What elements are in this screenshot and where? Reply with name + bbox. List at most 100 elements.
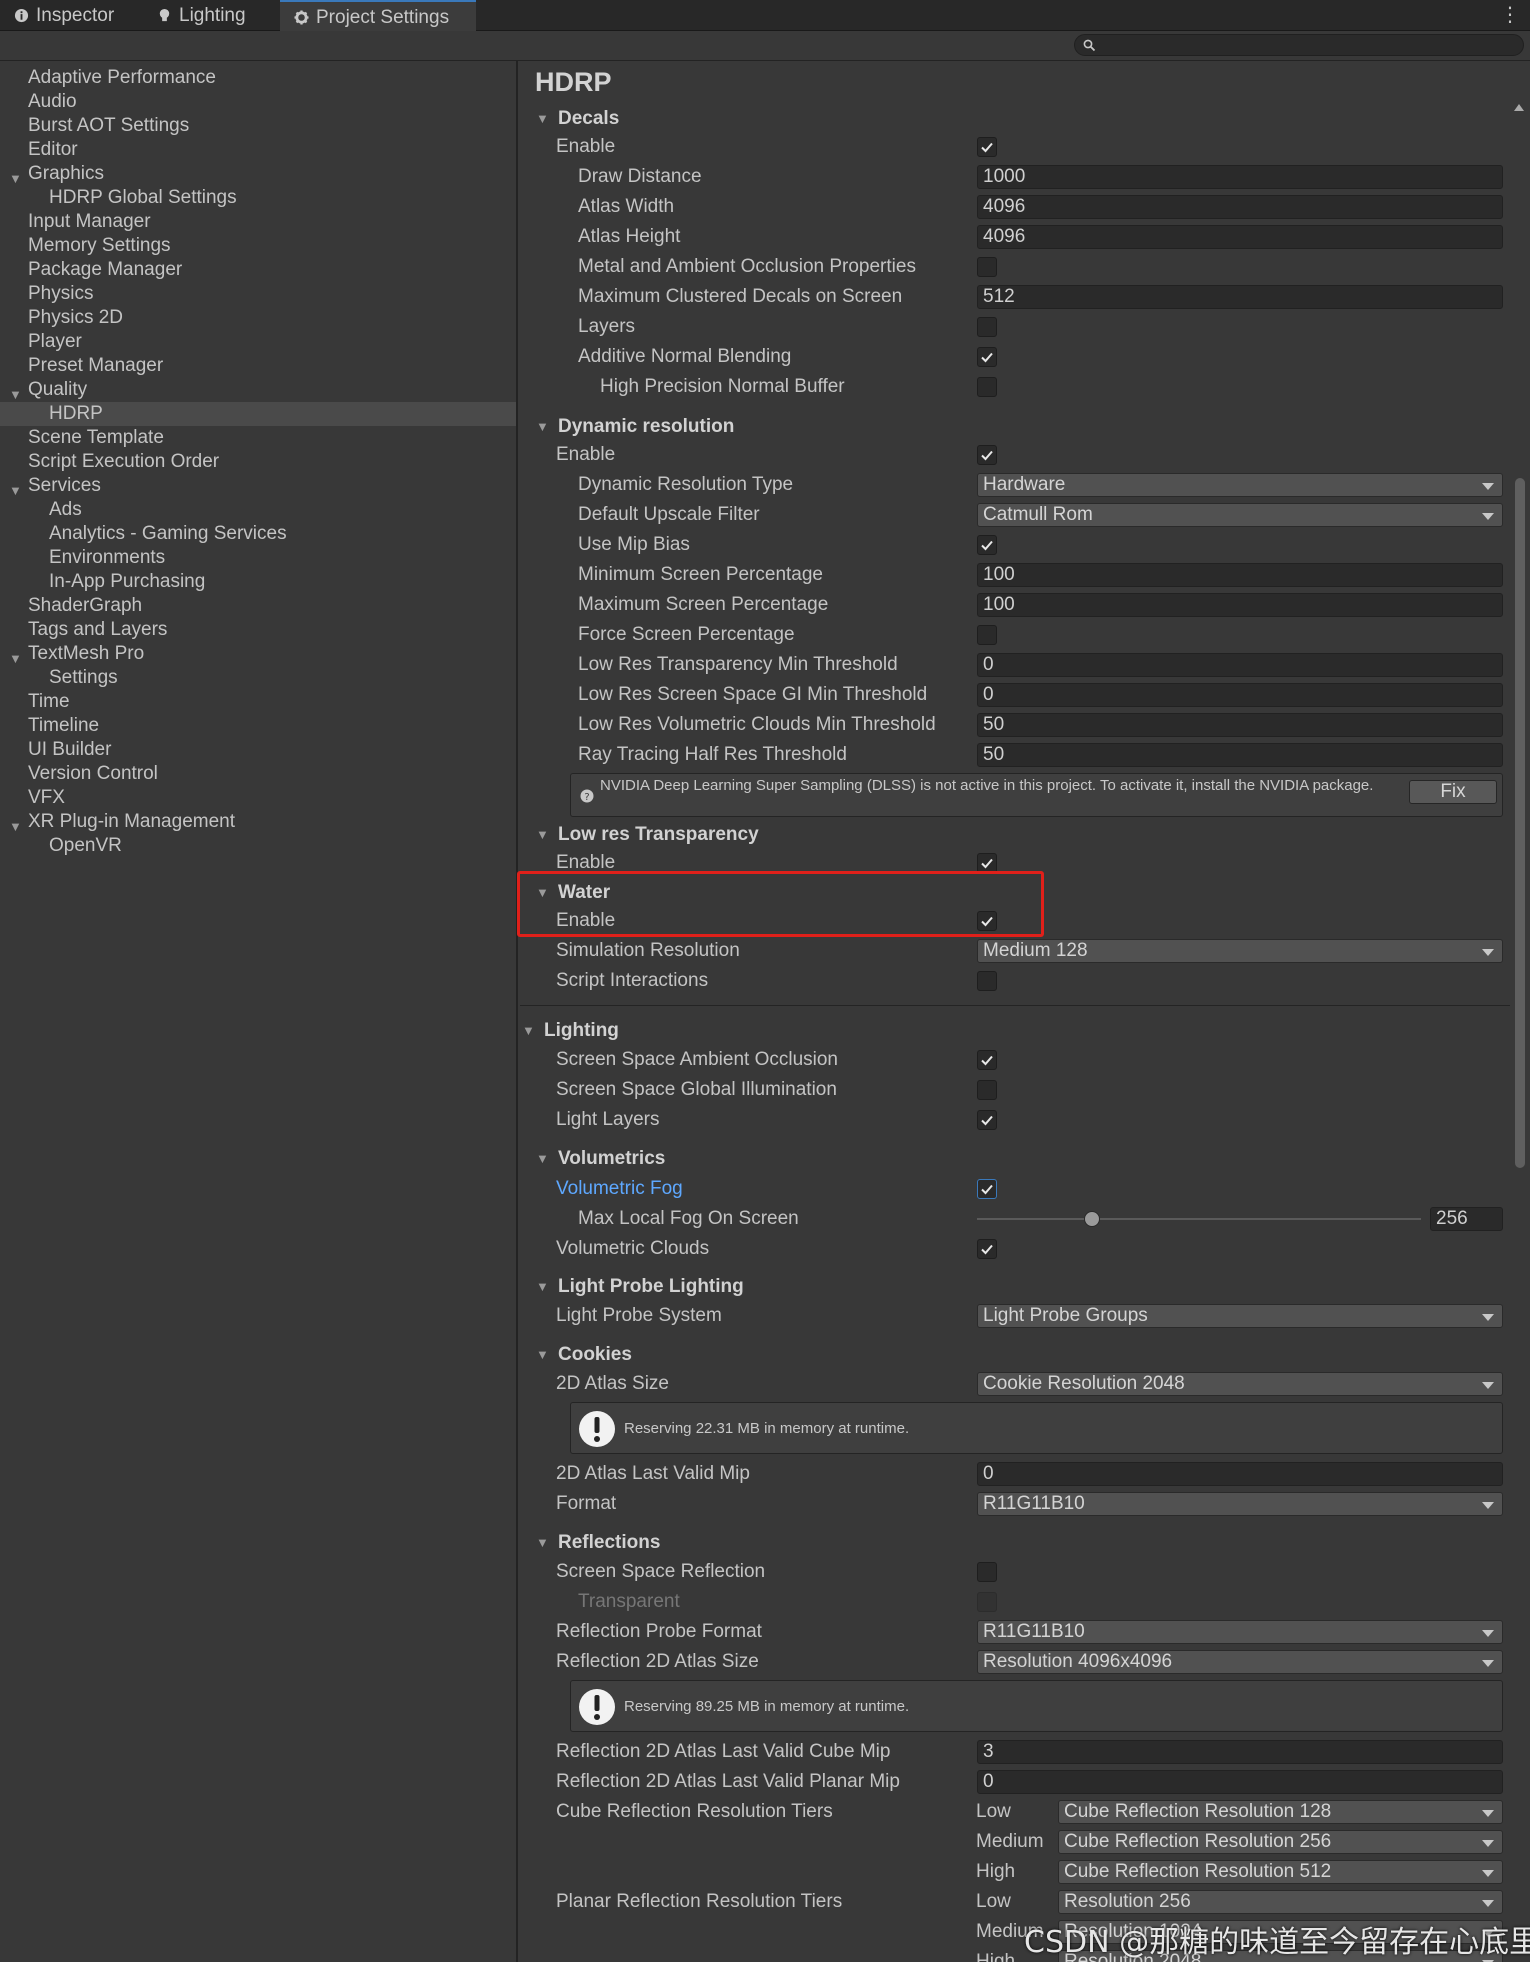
cube-reflection-tier-high-dropdown[interactable]: Cube Reflection Resolution 512: [1058, 1860, 1503, 1884]
force-screen-pct-checkbox[interactable]: [977, 625, 997, 645]
sidebar-item-services[interactable]: ▼ Services: [0, 474, 516, 498]
max-local-fog-slider-thumb[interactable]: [1084, 1211, 1100, 1227]
max-local-fog-field[interactable]: 256: [1430, 1207, 1503, 1231]
cookie-last-valid-mip-field[interactable]: 0: [977, 1462, 1503, 1486]
dynres-type-dropdown[interactable]: Hardware: [977, 473, 1503, 497]
sidebar-item-version-control[interactable]: Version Control: [0, 762, 516, 786]
ssr-transparent-checkbox[interactable]: [977, 1592, 997, 1612]
sidebar-item-openvr[interactable]: OpenVR: [0, 834, 516, 858]
ssao-checkbox[interactable]: [977, 1050, 997, 1070]
svg-text:?: ?: [584, 792, 589, 803]
scrollbar-thumb[interactable]: [1515, 478, 1525, 1168]
sidebar-item-graphics[interactable]: ▼ Graphics: [0, 162, 516, 186]
cube-reflection-tier-medium-dropdown[interactable]: Cube Reflection Resolution 256: [1058, 1830, 1503, 1854]
foldout-arrow-icon[interactable]: ▼: [536, 420, 550, 434]
sidebar-item-label: Preset Manager: [28, 355, 164, 376]
sidebar-item-physics-2d[interactable]: Physics 2D: [0, 306, 516, 330]
dynres-enable-checkbox[interactable]: [977, 445, 997, 465]
sidebar-item-in-app-purchasing[interactable]: In-App Purchasing: [0, 570, 516, 594]
foldout-arrow-icon[interactable]: ▼: [536, 828, 550, 842]
sidebar-item-timeline[interactable]: Timeline: [0, 714, 516, 738]
tab-project-settings[interactable]: Project Settings: [280, 0, 476, 31]
water-simulation-resolution-dropdown[interactable]: Medium 128: [977, 939, 1503, 963]
sidebar-item-environments[interactable]: Environments: [0, 546, 516, 570]
dynres-type-label: Dynamic Resolution Type: [578, 474, 794, 495]
sidebar-item-audio[interactable]: Audio: [0, 90, 516, 114]
max-clustered-decals-field[interactable]: 512: [977, 285, 1503, 309]
foldout-arrow-icon[interactable]: ▼: [536, 1280, 550, 1294]
search-input[interactable]: [1074, 34, 1524, 56]
sidebar-item-hdrp-global-settings[interactable]: HDRP Global Settings: [0, 186, 516, 210]
sidebar-item-vfx[interactable]: VFX: [0, 786, 516, 810]
sidebar-item-tags-and-layers[interactable]: Tags and Layers: [0, 618, 516, 642]
sidebar-item-quality[interactable]: ▼ Quality: [0, 378, 516, 402]
sidebar-item-textmesh-pro[interactable]: ▼ TextMesh Pro: [0, 642, 516, 666]
sidebar-item-scene-template[interactable]: Scene Template: [0, 426, 516, 450]
tab-lighting[interactable]: Lighting: [143, 0, 278, 31]
high-precision-normal-checkbox[interactable]: [977, 377, 997, 397]
lowres-transparency-threshold-field[interactable]: 0: [977, 653, 1503, 677]
screen-space-reflection-checkbox[interactable]: [977, 1562, 997, 1582]
additive-normal-blending-checkbox[interactable]: [977, 347, 997, 367]
max-screen-pct-field[interactable]: 100: [977, 593, 1503, 617]
sidebar-item-adaptive-performance[interactable]: Adaptive Performance: [0, 66, 516, 90]
sidebar-item-xr-plug-in-management[interactable]: ▼ XR Plug-in Management: [0, 810, 516, 834]
max-local-fog-slider-track[interactable]: [977, 1218, 1421, 1220]
metal-ao-checkbox[interactable]: [977, 257, 997, 277]
sidebar-item-ads[interactable]: Ads: [0, 498, 516, 522]
reflection-probe-format-dropdown[interactable]: R11G11B10: [977, 1620, 1503, 1644]
atlas-width-field[interactable]: 4096: [977, 195, 1503, 219]
sidebar-item-editor[interactable]: Editor: [0, 138, 516, 162]
foldout-arrow-icon[interactable]: ▼: [536, 1348, 550, 1362]
sidebar-item-shadergraph[interactable]: ShaderGraph: [0, 594, 516, 618]
sidebar-item-burst-aot-settings[interactable]: Burst AOT Settings: [0, 114, 516, 138]
upscale-filter-dropdown[interactable]: Catmull Rom: [977, 503, 1503, 527]
decals-enable-checkbox[interactable]: [977, 137, 997, 157]
volumetric-clouds-label: Volumetric Clouds: [556, 1238, 710, 1259]
reflection-planar-mip-field[interactable]: 0: [977, 1770, 1503, 1794]
foldout-arrow-icon[interactable]: ▼: [536, 112, 550, 126]
cookie-format-dropdown[interactable]: R11G11B10: [977, 1492, 1503, 1516]
draw-distance-field[interactable]: 1000: [977, 165, 1503, 189]
sidebar-item-memory-settings[interactable]: Memory Settings: [0, 234, 516, 258]
decal-layers-checkbox[interactable]: [977, 317, 997, 337]
cookie-atlas-size-dropdown[interactable]: Cookie Resolution 2048: [977, 1372, 1503, 1396]
cube-reflection-tier-low-dropdown[interactable]: Cube Reflection Resolution 128: [1058, 1800, 1503, 1824]
min-screen-pct-field[interactable]: 100: [977, 563, 1503, 587]
water-script-interactions-checkbox[interactable]: [977, 971, 997, 991]
ssgi-checkbox[interactable]: [977, 1080, 997, 1100]
lowres-ssgi-threshold-field[interactable]: 0: [977, 683, 1503, 707]
lowres-clouds-threshold-field[interactable]: 50: [977, 713, 1503, 737]
volumetric-fog-checkbox[interactable]: [977, 1179, 997, 1199]
planar-reflection-tier-low-dropdown[interactable]: Resolution 256: [1058, 1890, 1503, 1914]
sidebar-item-input-manager[interactable]: Input Manager: [0, 210, 516, 234]
sidebar-item-player[interactable]: Player: [0, 330, 516, 354]
sidebar-item-package-manager[interactable]: Package Manager: [0, 258, 516, 282]
tab-inspector[interactable]: Inspector: [0, 0, 140, 31]
watermark: CSDN @那糖的味道至今留存在心底里: [1024, 1925, 1530, 1960]
sidebar-item-preset-manager[interactable]: Preset Manager: [0, 354, 516, 378]
foldout-arrow-icon[interactable]: ▼: [536, 1536, 550, 1550]
lowres-enable-checkbox[interactable]: [977, 853, 997, 873]
sidebar-item-physics[interactable]: Physics: [0, 282, 516, 306]
foldout-arrow-icon[interactable]: ▼: [522, 1024, 536, 1038]
scroll-up-arrow-icon[interactable]: [1514, 104, 1524, 111]
sidebar-item-time[interactable]: Time: [0, 690, 516, 714]
sidebar-item-analytics-gaming-services[interactable]: Analytics - Gaming Services: [0, 522, 516, 546]
sidebar-item-hdrp[interactable]: HDRP: [0, 402, 516, 426]
atlas-height-field[interactable]: 4096: [977, 225, 1503, 249]
use-mip-bias-checkbox[interactable]: [977, 535, 997, 555]
sidebar-item-ui-builder[interactable]: UI Builder: [0, 738, 516, 762]
light-probe-system-dropdown[interactable]: Light Probe Groups: [977, 1304, 1503, 1328]
reflection-atlas-size-dropdown[interactable]: Resolution 4096x4096: [977, 1650, 1503, 1674]
raytracing-half-res-threshold-field[interactable]: 50: [977, 743, 1503, 767]
sidebar-item-script-execution-order[interactable]: Script Execution Order: [0, 450, 516, 474]
light-layers-checkbox[interactable]: [977, 1110, 997, 1130]
fix-button[interactable]: Fix: [1409, 780, 1497, 804]
sidebar-item-settings[interactable]: Settings: [0, 666, 516, 690]
more-options-icon[interactable]: ⋮: [1500, 4, 1520, 26]
reflection-cube-mip-field[interactable]: 3: [977, 1740, 1503, 1764]
tab-bar: Inspector Lighting Project Settings ⋮: [0, 0, 1530, 31]
foldout-arrow-icon[interactable]: ▼: [536, 1152, 550, 1166]
volumetric-clouds-checkbox[interactable]: [977, 1239, 997, 1259]
